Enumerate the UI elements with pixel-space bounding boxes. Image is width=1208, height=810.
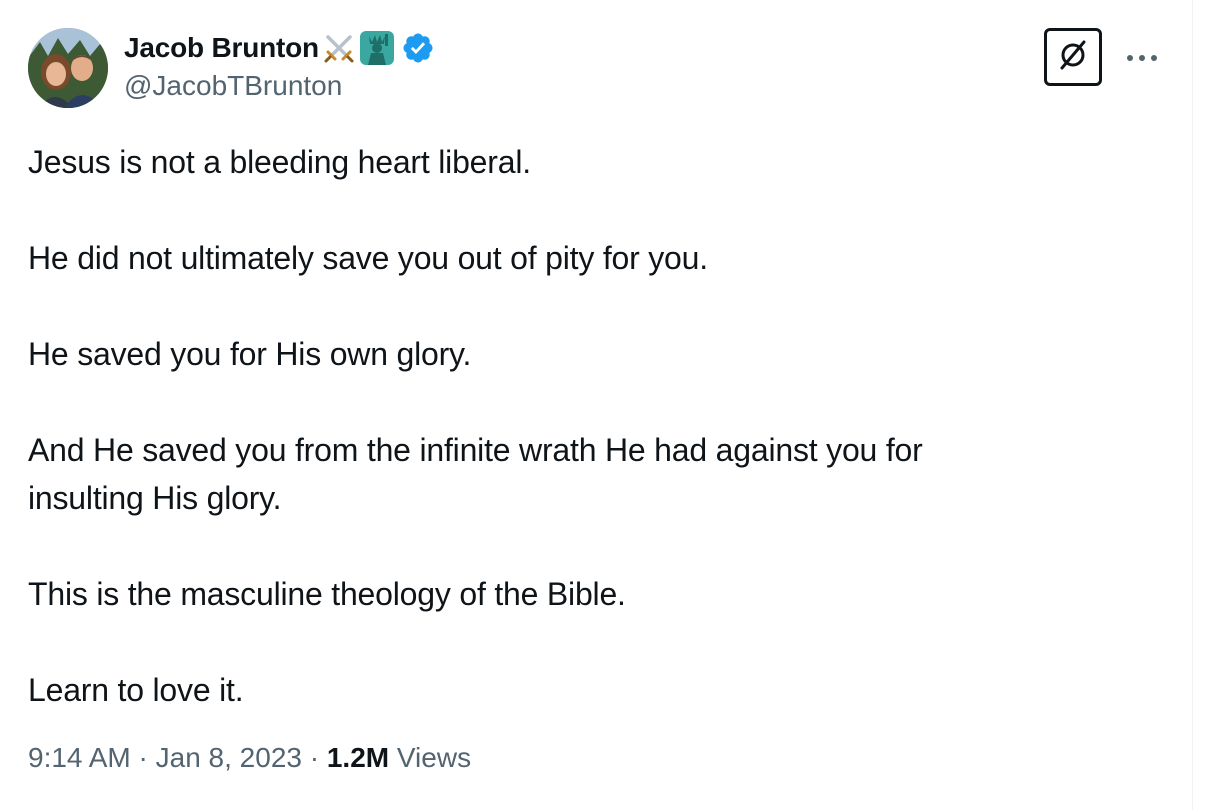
more-options-button[interactable]: [1122, 40, 1162, 76]
views-count: 1.2M: [326, 742, 390, 773]
avatar[interactable]: [28, 28, 108, 108]
tweet-paragraph: He did not ultimately save you out of pi…: [28, 240, 708, 276]
tweet-time: 9:14 AM: [28, 742, 131, 773]
tweet-paragraph: Learn to love it.: [28, 672, 244, 708]
statue-of-liberty-icon: [359, 30, 395, 66]
crossed-swords-icon: [321, 30, 357, 66]
author-name-row[interactable]: Jacob Brunton: [124, 30, 435, 66]
tweet-card: Jacob Brunton @JacobTBrunton Jesus is no…: [0, 0, 1192, 810]
tweet-paragraph: Jesus is not a bleeding heart liberal.: [28, 144, 531, 180]
more-dots-icon: [1126, 49, 1158, 67]
tweet-date: Jan 8, 2023: [155, 742, 302, 773]
grok-button[interactable]: [1044, 28, 1102, 86]
column-divider: [1192, 0, 1193, 810]
tweet-meta: 9:14 AM · Jan 8, 2023 · 1.2M Views: [28, 742, 471, 774]
tweet-paragraph: And He saved you from the infinite wrath…: [28, 432, 923, 516]
tweet-paragraph: This is the masculine theology of the Bi…: [28, 576, 626, 612]
author-handle[interactable]: @JacobTBrunton: [124, 70, 435, 102]
verified-badge-icon[interactable]: [401, 31, 435, 65]
grok-icon: [1055, 37, 1091, 78]
tweet-timestamp-link[interactable]: 9:14 AM · Jan 8, 2023: [28, 742, 302, 773]
author-block: Jacob Brunton @JacobTBrunton: [124, 30, 435, 102]
views-label: Views: [389, 742, 472, 773]
display-name[interactable]: Jacob Brunton: [124, 32, 319, 64]
tweet-paragraph: He saved you for His own glory.: [28, 336, 472, 372]
meta-separator: ·: [130, 742, 156, 773]
meta-separator: ·: [301, 742, 327, 773]
tweet-text: Jesus is not a bleeding heart liberal. H…: [28, 138, 1038, 714]
